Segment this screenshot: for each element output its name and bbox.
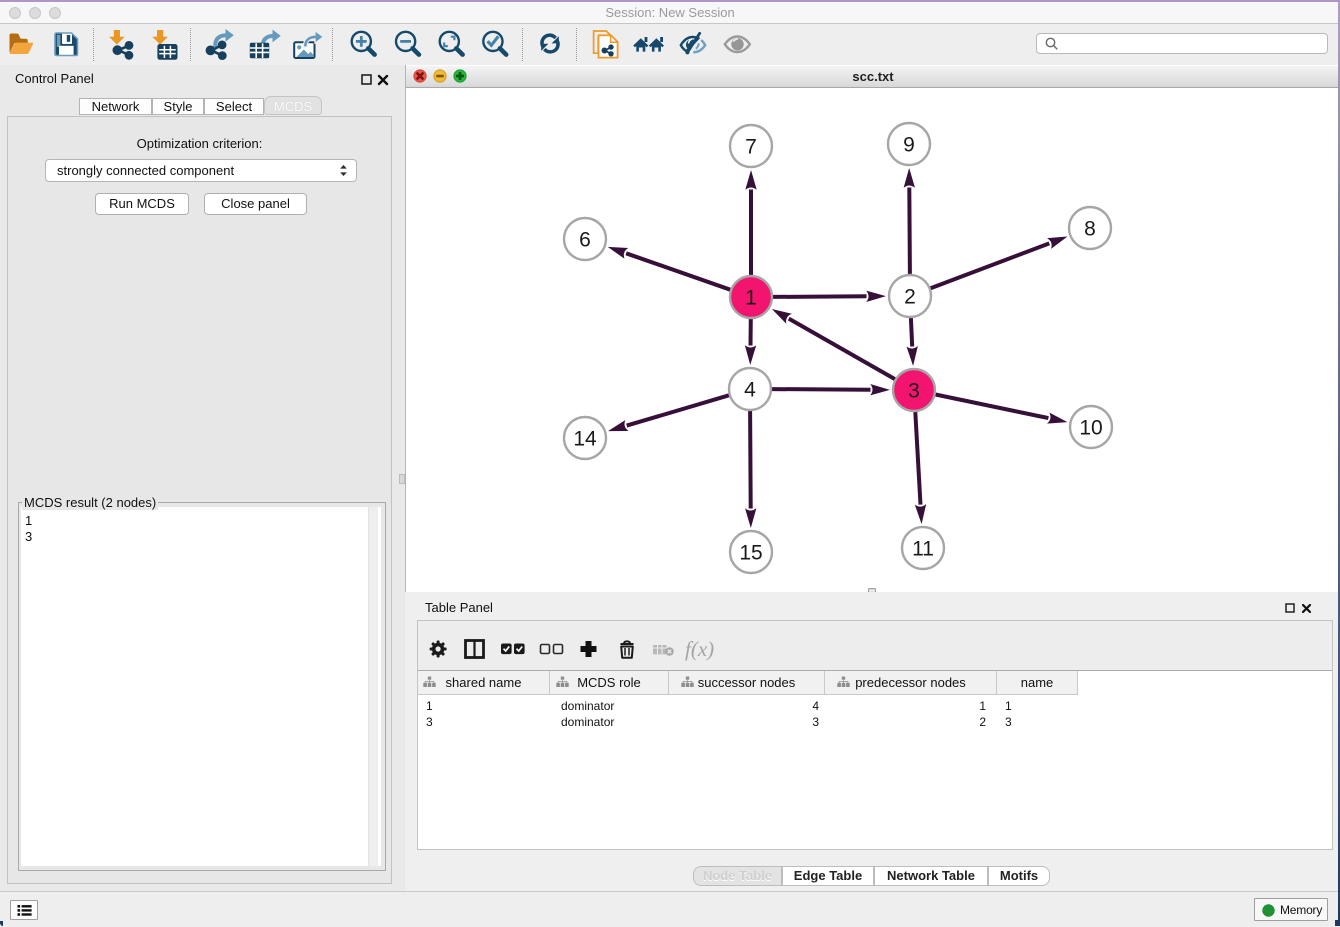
svg-text:15: 15 <box>739 542 762 565</box>
svg-text:6: 6 <box>579 229 591 252</box>
svg-text:11: 11 <box>912 538 934 561</box>
svg-text:14: 14 <box>573 428 597 451</box>
svg-text:3: 3 <box>908 380 920 403</box>
svg-text:f(x): f(x) <box>685 637 714 661</box>
svg-text:9: 9 <box>903 134 915 157</box>
svg-text:8: 8 <box>1084 218 1096 241</box>
svg-text:7: 7 <box>745 136 757 159</box>
svg-text:1: 1 <box>745 287 757 310</box>
svg-text:4: 4 <box>744 379 756 402</box>
svg-text:10: 10 <box>1079 417 1102 440</box>
svg-text:2: 2 <box>904 286 916 309</box>
